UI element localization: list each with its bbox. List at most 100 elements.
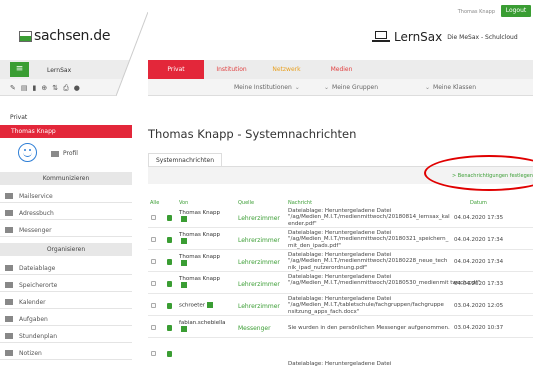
bookmark-icon[interactable]: ▮ bbox=[33, 84, 37, 93]
row-checkbox[interactable] bbox=[151, 259, 156, 264]
chevron-down-icon: ⌄ bbox=[324, 84, 330, 91]
lernsax-brand: LernSax Die MeSax - Schulcloud bbox=[372, 30, 518, 44]
sidebar-heading-organisieren: Organisieren bbox=[0, 243, 132, 256]
trash-icon[interactable] bbox=[167, 351, 172, 357]
trash-icon[interactable] bbox=[167, 237, 172, 243]
user-icon bbox=[207, 302, 214, 308]
row-from-name: schroeter bbox=[179, 302, 206, 309]
tab-systemnachrichten[interactable]: Systemnachrichten bbox=[148, 153, 222, 167]
table-row[interactable]: Thomas Knapp Lehrerzimmer Dateiablage: H… bbox=[148, 251, 533, 272]
settings-icon[interactable]: ✎ bbox=[10, 84, 16, 93]
row-checkbox[interactable] bbox=[151, 215, 156, 220]
trash-icon[interactable] bbox=[167, 281, 172, 287]
trash-icon[interactable] bbox=[167, 325, 172, 331]
hamburger-icon: ≡ bbox=[15, 64, 24, 74]
row-date: 03.04.2020 12:05 bbox=[454, 303, 504, 309]
row-source[interactable]: Lehrerzimmer bbox=[238, 303, 280, 310]
row-from: Thomas Knapp bbox=[179, 276, 220, 289]
filter-classes[interactable]: ⌄ Meine Klassen bbox=[425, 84, 476, 91]
chevron-down-icon: ⌄ bbox=[425, 84, 431, 91]
sidebar-item-stundenplan[interactable]: Stundenplan bbox=[0, 330, 132, 343]
sidebar-item-kalender[interactable]: Kalender bbox=[0, 296, 132, 309]
trash-icon[interactable] bbox=[167, 259, 172, 265]
sidebar-item-messenger[interactable]: Messenger bbox=[0, 224, 132, 237]
row-message[interactable]: Dateiablage: Heruntergeladene Datei "/ag… bbox=[288, 274, 480, 287]
row-source[interactable]: Lehrerzimmer bbox=[238, 215, 280, 222]
column-header-source[interactable]: Quelle bbox=[238, 200, 254, 206]
folder-icon bbox=[5, 265, 13, 271]
tab-medien[interactable]: Medien bbox=[314, 60, 369, 79]
sidebar-item-profil[interactable]: Profil bbox=[51, 150, 78, 157]
sidebar-item-label: Profil bbox=[63, 150, 78, 157]
print-icon[interactable]: ⎙ bbox=[63, 84, 69, 93]
sidebar-item-label: Kalender bbox=[19, 298, 46, 306]
lernsax-subtitle: Die MeSax - Schulcloud bbox=[447, 33, 518, 41]
logout-button[interactable]: Logout bbox=[501, 5, 531, 17]
column-header-date[interactable]: Datum bbox=[470, 200, 487, 206]
row-message[interactable]: Sie wurden in den persönlichen Messenger… bbox=[288, 325, 480, 331]
row-source[interactable]: Lehrerzimmer bbox=[238, 259, 280, 266]
tab-privat[interactable]: Privat bbox=[148, 60, 204, 79]
sidebar-user[interactable]: Thomas Knapp bbox=[0, 125, 132, 138]
laptop-icon bbox=[372, 31, 390, 43]
notes-icon bbox=[5, 350, 13, 356]
toolbar-icons: ✎ ▤ ▮ ⊕ ⇅ ⎙ ● bbox=[10, 84, 80, 93]
mail-icon bbox=[5, 193, 13, 199]
trash-icon[interactable] bbox=[167, 303, 172, 309]
sidebar-heading-kommunizieren: Kommunizieren bbox=[0, 172, 132, 185]
row-checkbox[interactable] bbox=[151, 351, 156, 356]
row-date: 04.04.2020 17:35 bbox=[454, 215, 504, 221]
help-icon[interactable]: ● bbox=[74, 84, 80, 93]
avatar-smiley-icon[interactable] bbox=[18, 143, 37, 162]
user-icon bbox=[181, 326, 187, 332]
row-message[interactable]: Dateiablage: Heruntergeladene Datei bbox=[288, 361, 480, 367]
filter-groups[interactable]: ⌄ Meine Gruppen bbox=[324, 84, 378, 91]
filter-classes-label: Meine Klassen bbox=[433, 84, 476, 91]
menu-button[interactable]: ≡ bbox=[10, 62, 29, 77]
column-header-all[interactable]: Alle bbox=[150, 200, 159, 206]
sidebar-item-aufgaben[interactable]: Aufgaben bbox=[0, 313, 132, 326]
row-checkbox[interactable] bbox=[151, 281, 156, 286]
tab-institution[interactable]: Institution bbox=[204, 60, 259, 79]
sidebar-item-dateiablage[interactable]: Dateiablage bbox=[0, 262, 132, 275]
tab-netzwerk[interactable]: Netzwerk bbox=[259, 60, 314, 79]
column-header-message[interactable]: Nachricht bbox=[288, 200, 312, 206]
add-icon[interactable]: ⊕ bbox=[41, 84, 47, 93]
row-date: 04.04.2020 17:33 bbox=[454, 281, 504, 287]
sidebar-item-label: Aufgaben bbox=[19, 315, 48, 323]
table-row[interactable]: Dateiablage: Heruntergeladene Datei bbox=[148, 339, 533, 370]
row-message[interactable]: Dateiablage: Heruntergeladene Datei "/ag… bbox=[288, 208, 480, 227]
row-message[interactable]: Dateiablage: Heruntergeladene Datei "/ag… bbox=[288, 296, 480, 315]
filter-institutions-label: Meine Institutionen bbox=[234, 84, 292, 91]
addressbook-icon bbox=[5, 210, 13, 216]
row-message[interactable]: Dateiablage: Heruntergeladene Datei "/ag… bbox=[288, 252, 480, 271]
table-row[interactable]: schroeter Lehrerzimmer Dateiablage: Heru… bbox=[148, 295, 533, 316]
row-message[interactable]: Dateiablage: Heruntergeladene Datei "/ag… bbox=[288, 230, 480, 249]
user-icon bbox=[181, 238, 187, 244]
sidebar-item-label: Messenger bbox=[19, 226, 52, 234]
row-source[interactable]: Lehrerzimmer bbox=[238, 237, 280, 244]
row-checkbox[interactable] bbox=[151, 303, 156, 308]
table-row[interactable]: fabian.schebiella Messenger Sie wurden i… bbox=[148, 317, 533, 338]
column-header-from[interactable]: Von bbox=[179, 200, 188, 206]
trash-icon[interactable] bbox=[167, 215, 172, 221]
row-checkbox[interactable] bbox=[151, 237, 156, 242]
row-checkbox[interactable] bbox=[151, 325, 156, 330]
sidebar-item-adressbuch[interactable]: Adressbuch bbox=[0, 207, 132, 220]
row-source[interactable]: Lehrerzimmer bbox=[238, 281, 280, 288]
sort-icon[interactable]: ⇅ bbox=[52, 84, 58, 93]
row-from: Thomas Knapp bbox=[179, 232, 220, 245]
row-date: 03.04.2020 10:37 bbox=[454, 325, 504, 331]
sidebar-item-mailservice[interactable]: Mailservice bbox=[0, 190, 132, 203]
sachsen-logo[interactable]: sachsen.de bbox=[19, 28, 110, 44]
table-row[interactable]: Thomas Knapp Lehrerzimmer Dateiablage: H… bbox=[148, 229, 533, 250]
row-source[interactable]: Messenger bbox=[238, 325, 271, 332]
sidebar-item-notizen[interactable]: Notizen bbox=[0, 347, 132, 360]
filter-institutions[interactable]: Meine Institutionen ⌄ bbox=[234, 84, 300, 91]
table-row[interactable]: Thomas Knapp Lehrerzimmer Dateiablage: H… bbox=[148, 207, 533, 228]
highlight-ellipse bbox=[424, 155, 533, 191]
table-row[interactable]: Thomas Knapp Lehrerzimmer Dateiablage: H… bbox=[148, 273, 533, 294]
document-icon[interactable]: ▤ bbox=[21, 84, 28, 93]
sidebar-item-speicherorte[interactable]: Speicherorte bbox=[0, 279, 132, 292]
chevron-down-icon: ⌄ bbox=[294, 84, 300, 91]
